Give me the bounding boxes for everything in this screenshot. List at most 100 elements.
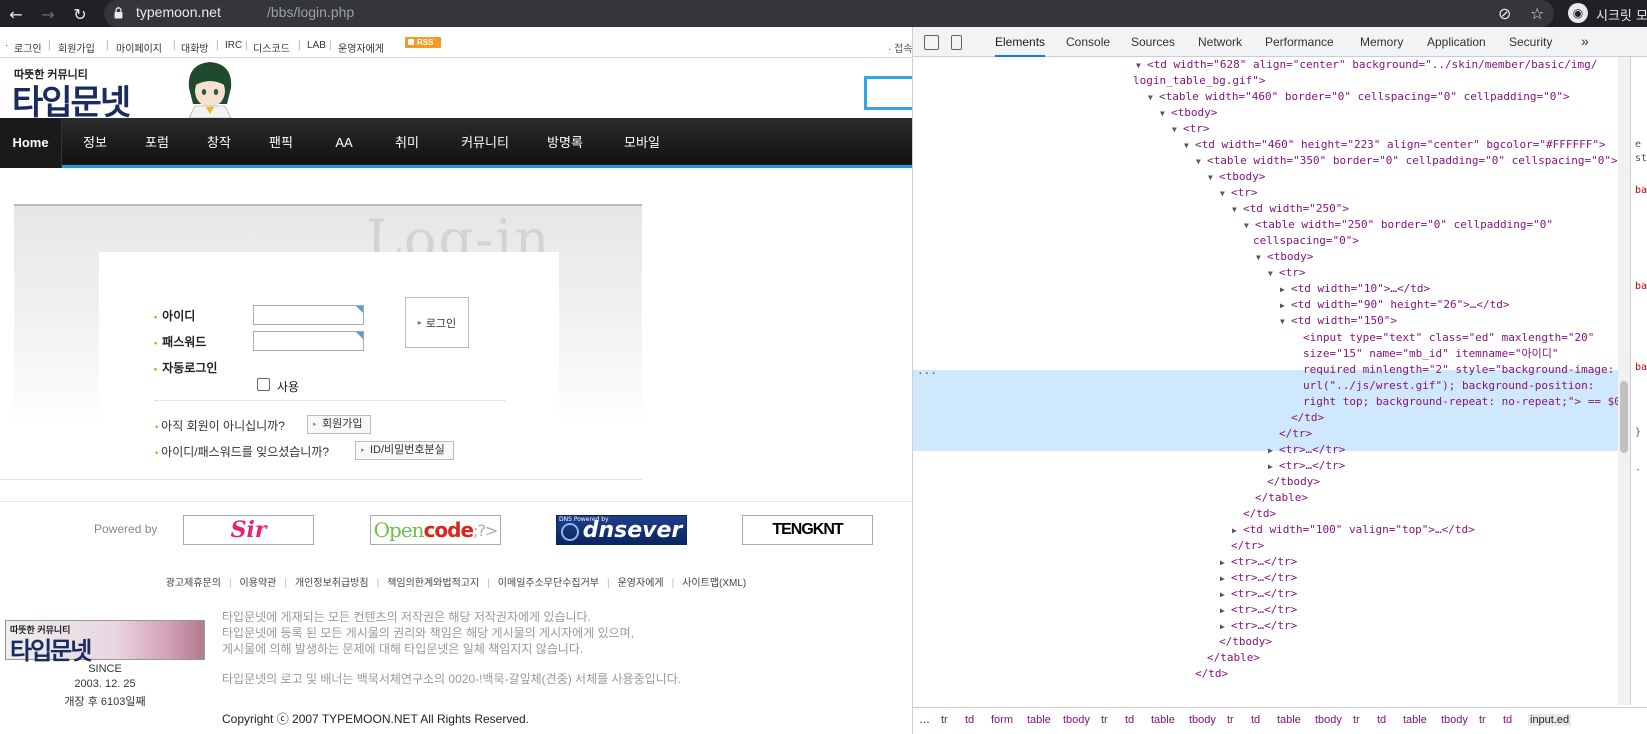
- dom-node[interactable]: ▼ <table width="350" border="0" cellpaddi…: [913, 153, 1618, 169]
- find-account-button[interactable]: ID/비밀번호분실: [355, 441, 454, 460]
- tab-network[interactable]: Network: [1198, 27, 1242, 57]
- nav-mobile[interactable]: 모바일: [620, 118, 664, 168]
- tengknt-banner[interactable]: TENGKNT: [742, 515, 873, 545]
- tab-sources[interactable]: Sources: [1131, 27, 1175, 57]
- collapse-triangle-icon[interactable]: ▼: [1256, 250, 1265, 266]
- selected-dom-node[interactable]: required minlength="2" style="background…: [913, 362, 1618, 378]
- forward-icon[interactable]: →: [37, 3, 59, 25]
- collapse-triangle-icon[interactable]: ▼: [1172, 122, 1181, 138]
- dom-node[interactable]: ▶ <tr>…</tr>: [913, 618, 1618, 634]
- dom-node[interactable]: ▶ <td width="100" valign="top">…</td>: [913, 522, 1618, 538]
- dom-node[interactable]: login_table_bg.gif">: [913, 73, 1618, 89]
- dom-node[interactable]: </table>: [913, 490, 1618, 506]
- collapse-triangle-icon[interactable]: ▼: [1208, 170, 1217, 186]
- selected-dom-node[interactable]: size="15" name="mb_id" itemname="아이디": [913, 346, 1618, 362]
- more-tabs-icon[interactable]: »: [1581, 33, 1589, 49]
- dom-node[interactable]: </tbody>: [913, 474, 1618, 490]
- dom-node[interactable]: ▶ <td width="90" height="26">…</td>: [913, 297, 1618, 313]
- breadcrumb-item[interactable]: …: [919, 714, 930, 726]
- nav-community[interactable]: 커뮤니티: [455, 118, 515, 168]
- breadcrumb-item[interactable]: table: [1277, 714, 1301, 726]
- breadcrumb-item[interactable]: tr: [1227, 714, 1234, 726]
- topbar-lab-link[interactable]: LAB: [307, 40, 326, 51]
- collapse-triangle-icon[interactable]: ▼: [1220, 186, 1229, 202]
- expand-triangle-icon[interactable]: ▶: [1280, 298, 1289, 314]
- nav-aa[interactable]: AA: [332, 118, 356, 168]
- breadcrumb-item[interactable]: tr: [1479, 714, 1486, 726]
- dom-node[interactable]: </td>: [913, 506, 1618, 522]
- breadcrumb-item-current[interactable]: input.ed: [1528, 714, 1572, 726]
- password-input[interactable]: [253, 331, 364, 351]
- tab-console[interactable]: Console: [1066, 27, 1110, 57]
- dom-node[interactable]: </td>: [913, 666, 1618, 682]
- topbar-join-link[interactable]: 회원가입: [58, 40, 95, 55]
- breadcrumb-item[interactable]: tbody: [1441, 714, 1468, 726]
- dom-node[interactable]: ▼ <td width="250">: [913, 201, 1618, 217]
- dom-node[interactable]: ▼ <tr>: [913, 265, 1618, 281]
- reload-icon[interactable]: ↻: [69, 3, 91, 25]
- scrollbar-thumb[interactable]: [1620, 381, 1628, 453]
- dom-node[interactable]: ▼ <tr>: [913, 121, 1618, 137]
- footer-link-legal[interactable]: 책임의한계와법적고지: [387, 574, 479, 589]
- breadcrumb-item[interactable]: td: [1251, 714, 1260, 726]
- breadcrumb-item[interactable]: tbody: [1063, 714, 1090, 726]
- dom-node[interactable]: ▶ <tr>…</tr>: [913, 458, 1618, 474]
- sir-banner[interactable]: Sir: [183, 515, 314, 545]
- expand-triangle-icon[interactable]: ▶: [1268, 459, 1277, 475]
- autologin-checkbox[interactable]: [257, 378, 270, 391]
- expand-triangle-icon[interactable]: ▶: [1220, 571, 1229, 587]
- dom-node[interactable]: </tbody>: [913, 634, 1618, 650]
- star-icon[interactable]: ☆: [1530, 4, 1544, 23]
- site-logo[interactable]: 타입문넷: [12, 75, 131, 124]
- topbar-chat-link[interactable]: 대화방: [181, 40, 209, 55]
- back-icon[interactable]: ←: [5, 3, 27, 25]
- expand-triangle-icon[interactable]: ▶: [1220, 555, 1229, 571]
- dom-node[interactable]: ▼ <td width="628" align="center" backgrou…: [913, 57, 1618, 73]
- collapse-triangle-icon[interactable]: ▼: [1136, 58, 1145, 74]
- collapse-triangle-icon[interactable]: ▼: [1196, 154, 1205, 170]
- address-bar[interactable]: typemoon.net /bbs/login.php: [104, 0, 1554, 27]
- login-button[interactable]: 로그인: [405, 297, 469, 348]
- dom-node[interactable]: ▶ <tr>…</tr>: [913, 442, 1618, 458]
- tab-application[interactable]: Application: [1427, 27, 1486, 57]
- nav-home[interactable]: Home: [0, 118, 62, 168]
- breadcrumb-item[interactable]: tr: [1353, 714, 1360, 726]
- tab-elements[interactable]: Elements: [995, 27, 1046, 57]
- topbar-irc-link[interactable]: IRC: [225, 40, 242, 51]
- dom-node[interactable]: </table>: [913, 650, 1618, 666]
- collapse-triangle-icon[interactable]: ▼: [1268, 266, 1277, 282]
- topbar-discord-link[interactable]: 디스코드: [253, 40, 290, 55]
- selected-dom-node[interactable]: right top; background-repeat: no-repeat;…: [913, 394, 1618, 410]
- nav-info[interactable]: 정보: [80, 118, 110, 168]
- footer-link-sitemap[interactable]: 사이트맵(XML): [682, 574, 746, 589]
- dom-node[interactable]: ▶ <td width="10">…</td>: [913, 281, 1618, 297]
- dom-node[interactable]: ▼ <td width="460" height="223" align="cen…: [913, 137, 1618, 153]
- dom-node[interactable]: ▶ <tr>…</tr>: [913, 570, 1618, 586]
- selected-dom-node[interactable]: url("../js/wrest.gif"); background-posit…: [913, 378, 1618, 394]
- id-input[interactable]: [253, 305, 364, 325]
- opencode-banner[interactable]: Open code ;?>: [370, 515, 501, 545]
- dom-node[interactable]: ▶ <tr>…</tr>: [913, 602, 1618, 618]
- breadcrumb-item[interactable]: table: [1403, 714, 1427, 726]
- inspect-element-icon[interactable]: [924, 35, 939, 50]
- dom-node[interactable]: ▶ <tr>…</tr>: [913, 586, 1618, 602]
- dom-node[interactable]: ▼ <tbody>: [913, 105, 1618, 121]
- rss-badge[interactable]: RSS: [405, 37, 441, 48]
- tab-performance[interactable]: Performance: [1265, 27, 1334, 57]
- breadcrumb-item[interactable]: tr: [1101, 714, 1108, 726]
- breadcrumb-item[interactable]: tbody: [1315, 714, 1342, 726]
- expand-triangle-icon[interactable]: ▶: [1232, 523, 1241, 539]
- footer-link-ad[interactable]: 광고제휴문의: [166, 574, 221, 589]
- dnsever-banner[interactable]: DNS Powered by dnsever: [556, 515, 687, 545]
- breadcrumb-item[interactable]: td: [1125, 714, 1134, 726]
- device-toolbar-icon[interactable]: [951, 35, 962, 50]
- dom-node[interactable]: ▼ <tr>: [913, 185, 1618, 201]
- breadcrumb-item[interactable]: tr: [941, 714, 948, 726]
- nav-fanfic[interactable]: 팬픽: [266, 118, 296, 168]
- footer-link-email[interactable]: 이메일주소무단수집거부: [498, 574, 599, 589]
- collapse-triangle-icon[interactable]: ▼: [1244, 218, 1253, 234]
- collapse-triangle-icon[interactable]: ▼: [1148, 90, 1157, 106]
- expand-triangle-icon[interactable]: ▶: [1280, 282, 1289, 298]
- dom-node[interactable]: ▼ <tbody>: [913, 169, 1618, 185]
- dom-node[interactable]: ▶ <tr>…</tr>: [913, 554, 1618, 570]
